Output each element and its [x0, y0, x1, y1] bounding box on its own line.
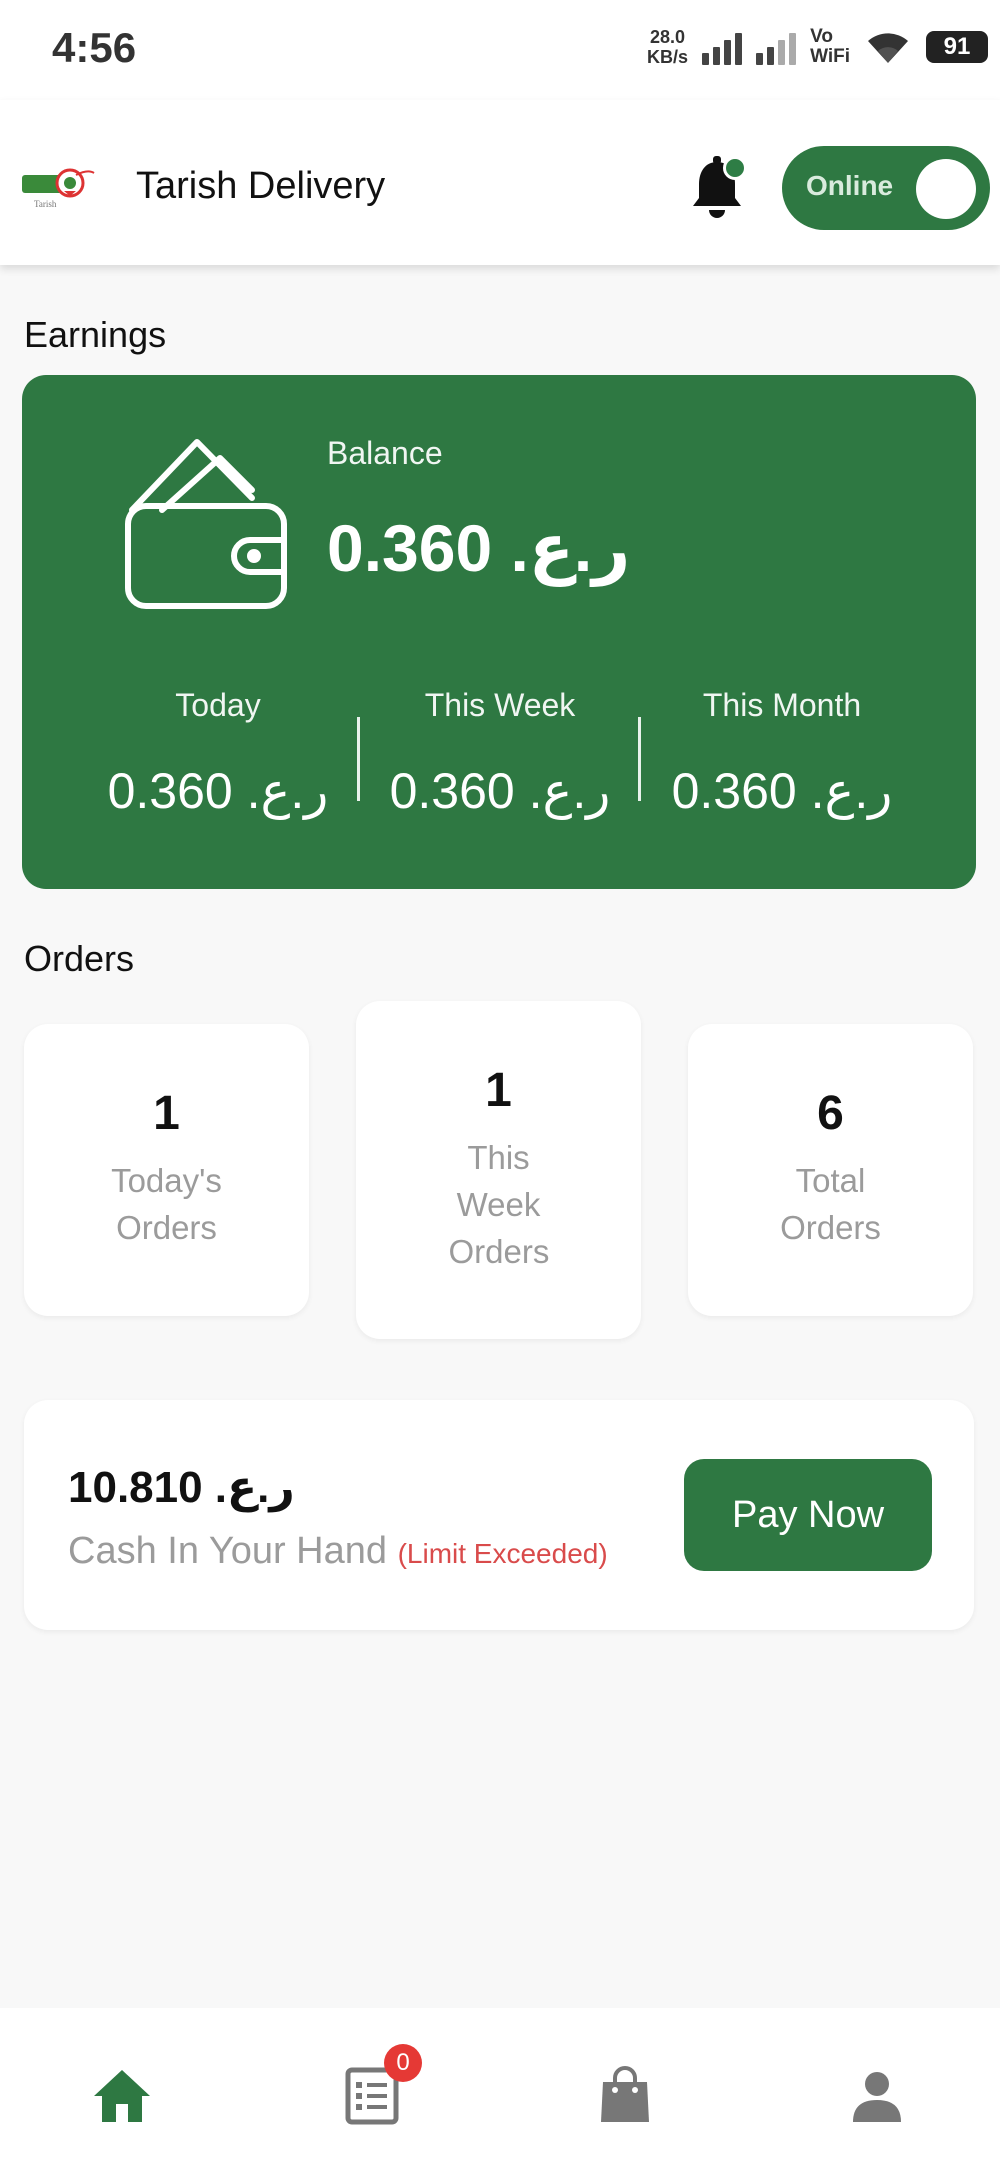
shopping-bag-icon[interactable] [593, 2064, 657, 2128]
balance-label: Balance [327, 435, 443, 471]
orders-badge: 0 [384, 2044, 422, 2082]
svg-text:Tarish: Tarish [34, 199, 57, 209]
battery-icon: 91 [926, 31, 988, 63]
wifi-icon [868, 33, 908, 63]
status-time: 4:56 [52, 24, 137, 71]
earnings-card: Balance 0.360 .ر.ع Today 0.360 .ر.ع This… [22, 375, 976, 889]
notification-dot [723, 156, 747, 180]
vowifi-icon: Vo WiFi [810, 26, 850, 67]
signal-2-icon [756, 29, 797, 65]
limit-warning: (Limit Exceeded) [397, 1538, 608, 1569]
divider [638, 717, 641, 801]
status-icons: 28.0 KB/s Vo WiFi 91 [647, 22, 988, 72]
cash-card: 10.810 .ر.ع Cash In Your Hand (Limit Exc… [24, 1400, 974, 1630]
order-count: 1 [153, 1087, 180, 1140]
toggle-label: Online [806, 170, 894, 201]
order-count: 1 [485, 1064, 512, 1117]
order-label: Today's Orders [111, 1162, 222, 1246]
cash-label: Cash In Your Hand (Limit Exceeded) [68, 1530, 608, 1573]
this-week-orders-card[interactable]: 1 This Week Orders [356, 1001, 641, 1339]
period-value: 0.360 .ر.ع [107, 763, 329, 819]
app-bar: Tarish Tarish Delivery Online [0, 100, 1000, 265]
period-label: Today [175, 687, 261, 723]
cash-amount: 10.810 .ر.ع [68, 1463, 295, 1512]
pay-now-button[interactable]: Pay Now [684, 1459, 932, 1571]
order-label: This Week Orders [448, 1139, 550, 1270]
period-today: Today 0.360 .ر.ع [88, 687, 348, 820]
order-label: Total Orders [780, 1162, 881, 1246]
network-speed: 28.0 KB/s [647, 27, 689, 67]
period-value: 0.360 .ر.ع [389, 763, 611, 819]
cash-label-text: Cash In Your Hand [68, 1530, 388, 1572]
wallet-icon [125, 439, 287, 609]
period-this-week: This Week 0.360 .ر.ع [370, 687, 630, 820]
order-count: 6 [817, 1087, 844, 1140]
earnings-title: Earnings [24, 314, 167, 355]
bottom-nav: 0 [0, 2008, 1000, 2164]
period-this-month: This Month 0.360 .ر.ع [652, 687, 912, 820]
app-title: Tarish Delivery [136, 165, 386, 207]
toggle-knob [916, 159, 976, 219]
home-icon[interactable] [90, 2064, 154, 2128]
period-label: This Month [702, 687, 862, 723]
total-orders-card[interactable]: 6 Total Orders [688, 1024, 973, 1316]
period-value: 0.360 .ر.ع [671, 763, 893, 819]
tarish-logo: Tarish [22, 168, 95, 209]
balance-value: 0.360 .ر.ع [327, 511, 631, 585]
period-label: This Week [424, 687, 576, 723]
signal-1-icon [702, 29, 743, 65]
status-bar: 4:56 28.0 KB/s Vo WiFi 91 [0, 0, 1000, 100]
todays-orders-card[interactable]: 1 Today's Orders [24, 1024, 309, 1316]
profile-icon[interactable] [845, 2064, 909, 2128]
divider [357, 717, 360, 801]
orders-title: Orders [24, 938, 135, 979]
online-toggle[interactable]: Online [782, 146, 990, 230]
